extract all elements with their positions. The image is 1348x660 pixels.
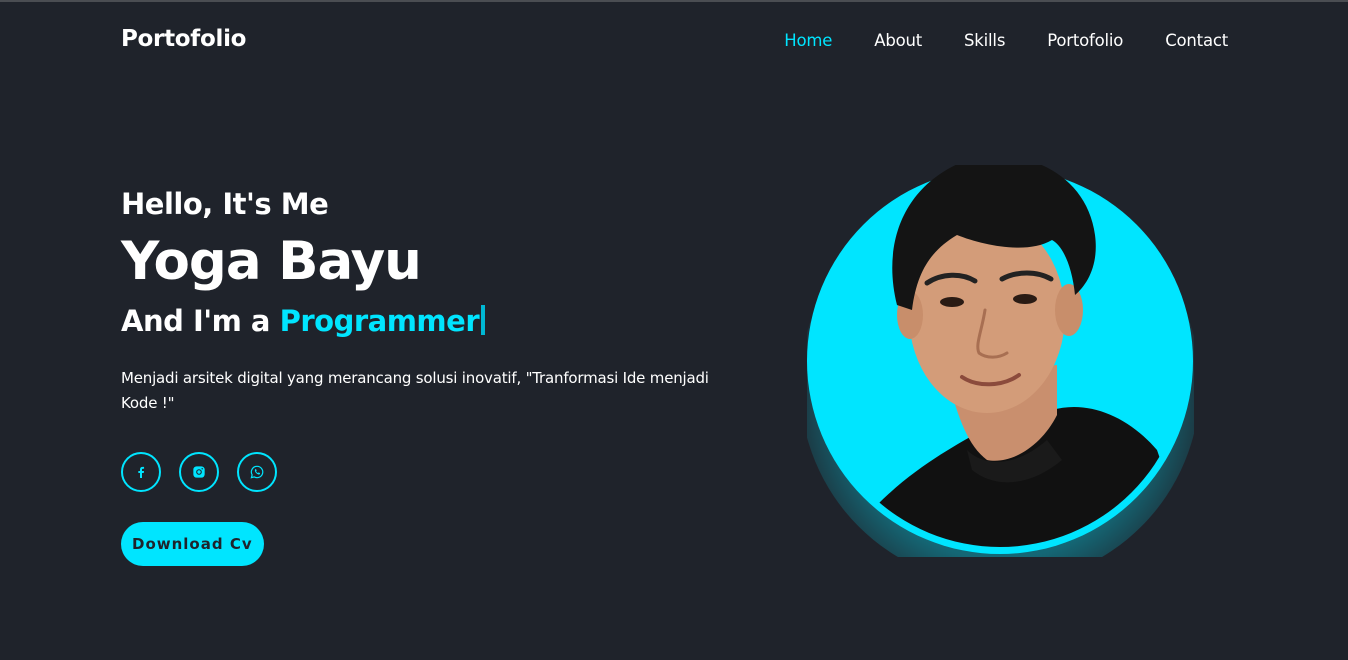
- profile-photo-image: [807, 165, 1194, 557]
- profile-photo: [807, 165, 1194, 557]
- role-prefix: And I'm a: [121, 304, 271, 338]
- whatsapp-link[interactable]: [237, 452, 277, 492]
- whatsapp-icon: [250, 465, 264, 479]
- facebook-link[interactable]: [121, 452, 161, 492]
- nav-skills[interactable]: Skills: [964, 31, 1005, 50]
- nav-contact[interactable]: Contact: [1165, 31, 1228, 50]
- site-header: Portofolio Home About Skills Portofolio …: [0, 2, 1348, 82]
- hero-name: Yoga Bayu: [121, 231, 422, 292]
- hero-description: Menjadi arsitek digital yang merancang s…: [121, 369, 709, 412]
- nav-home[interactable]: Home: [784, 31, 832, 50]
- nav-about[interactable]: About: [874, 31, 922, 50]
- hero-role: And I'm a Programmer: [121, 298, 741, 344]
- social-links: [121, 452, 741, 492]
- instagram-icon: [193, 466, 205, 478]
- hero-greeting: Hello, It's Me: [121, 187, 329, 221]
- role-typed: Programmer: [279, 304, 480, 338]
- instagram-link[interactable]: [179, 452, 219, 492]
- hero-text: Hello, It's Me Yoga Bayu And I'm a Progr…: [121, 182, 741, 566]
- typing-cursor: [481, 305, 486, 335]
- main-nav: Home About Skills Portofolio Contact: [742, 31, 1228, 50]
- nav-portofolio[interactable]: Portofolio: [1047, 31, 1123, 50]
- facebook-icon: [138, 466, 145, 478]
- download-cv-button[interactable]: Download Cv: [121, 522, 264, 566]
- page: Portofolio Home About Skills Portofolio …: [0, 0, 1348, 660]
- site-logo[interactable]: Portofolio: [121, 26, 246, 52]
